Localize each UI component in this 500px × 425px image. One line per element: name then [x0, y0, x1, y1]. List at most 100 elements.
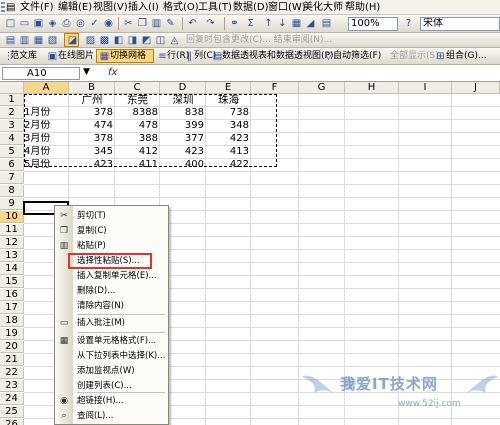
context-menu-item[interactable]: 插入复制单元格(E)...: [55, 269, 168, 284]
review-icon[interactable]: ◧: [112, 34, 125, 47]
context-menu-item[interactable]: ▥ 粘贴(P): [55, 239, 168, 254]
row-header[interactable]: 26: [0, 419, 24, 425]
cut-icon[interactable]: ✂: [122, 17, 135, 30]
row-header[interactable]: 8: [0, 185, 24, 197]
row-header[interactable]: 16: [0, 289, 24, 301]
row-header[interactable]: 19: [0, 328, 24, 340]
new-icon[interactable]: □: [4, 17, 17, 30]
review-icon[interactable]: ◬: [168, 34, 181, 47]
hyperlink-icon[interactable]: ⚭: [228, 17, 241, 30]
context-menu-item[interactable]: 添加监视点(W): [55, 364, 168, 379]
menu-edit[interactable]: 编辑(E): [58, 1, 92, 14]
copy-icon[interactable]: ❐: [136, 17, 149, 30]
font-select[interactable]: 宋体: [420, 17, 500, 31]
review-text[interactable]: 回复时包含更改(C)... 结束审阅(N)...: [186, 34, 332, 47]
row-header[interactable]: 6: [0, 159, 24, 171]
name-box-dropdown-icon[interactable]: ▼: [83, 67, 90, 77]
context-menu-item[interactable]: ▦ 设置单元格格式(F)...: [55, 334, 168, 349]
name-box[interactable]: A10: [2, 67, 80, 80]
context-menu-item[interactable]: 删除(D)...: [55, 284, 168, 299]
chart-icon[interactable]: ▤: [320, 17, 333, 30]
review-icon[interactable]: ◨: [126, 34, 139, 47]
menu-help[interactable]: 帮助(H): [345, 1, 380, 14]
permission-icon[interactable]: ◈: [46, 17, 59, 30]
context-menu-item[interactable]: 清除内容(N): [55, 299, 168, 314]
column-header-f[interactable]: F: [251, 82, 299, 94]
print-icon[interactable]: ⎙: [60, 17, 73, 30]
review-icon[interactable]: ▨: [84, 34, 97, 47]
menu-file[interactable]: 文件(F): [20, 1, 54, 14]
row-header[interactable]: 9: [0, 198, 24, 210]
menu-beautify[interactable]: 美化大师: [303, 1, 343, 14]
redo-icon[interactable]: ↷: [204, 17, 217, 30]
sort-ascending-icon[interactable]: ↑: [262, 17, 275, 30]
paste-icon[interactable]: ▥: [150, 17, 163, 30]
menu-tools[interactable]: 工具(T): [198, 1, 232, 14]
review-icon[interactable]: ▦: [32, 34, 45, 47]
review-icon[interactable]: ◩: [140, 34, 153, 47]
row-header[interactable]: 23: [0, 380, 24, 392]
row-header[interactable]: 25: [0, 406, 24, 418]
menu-data[interactable]: 数据(D): [233, 1, 269, 14]
row-header[interactable]: 14: [0, 263, 24, 275]
column-header-c[interactable]: C: [115, 82, 160, 94]
row-header[interactable]: 22: [0, 367, 24, 379]
review-icon[interactable]: ▥: [18, 34, 31, 47]
row-header[interactable]: 7: [0, 172, 24, 184]
group-button[interactable]: 组合(G)...: [446, 50, 487, 63]
menu-insert[interactable]: 插入(I): [128, 1, 159, 14]
column-header-g[interactable]: G: [299, 82, 345, 94]
row-header[interactable]: 12: [0, 237, 24, 249]
show-all-button[interactable]: 全部显示(S): [390, 50, 439, 63]
research-icon[interactable]: ◉: [102, 17, 115, 30]
select-all-corner[interactable]: [0, 82, 24, 94]
review-icon[interactable]: ▩: [98, 34, 111, 47]
help-icon[interactable]: ?: [402, 17, 415, 30]
review-icon[interactable]: ◫: [154, 34, 167, 47]
autofilter-button[interactable]: 自动筛选(F): [333, 50, 381, 63]
review-icon[interactable]: ▤: [4, 34, 17, 47]
context-menu-item[interactable]: ▭ 插入批注(M): [55, 316, 168, 331]
row-header[interactable]: 13: [0, 250, 24, 262]
fx-icon[interactable]: fx: [108, 67, 117, 78]
context-menu-item[interactable]: ✂ 剪切(T): [55, 209, 168, 224]
column-header-b[interactable]: B: [69, 82, 115, 94]
column-header-e[interactable]: E: [206, 82, 251, 94]
row-header[interactable]: 11: [0, 224, 24, 236]
row-header[interactable]: 20: [0, 341, 24, 353]
row-header[interactable]: 2: [0, 107, 24, 119]
row-header[interactable]: 21: [0, 354, 24, 366]
menu-window[interactable]: 窗口(W): [268, 1, 306, 14]
row-header[interactable]: 10: [0, 211, 24, 223]
drawing-icon[interactable]: ◢: [304, 17, 317, 30]
open-icon[interactable]: ▭: [18, 17, 31, 30]
menu-view[interactable]: 视图(V): [93, 1, 128, 14]
review-icon[interactable]: ▧: [46, 34, 59, 47]
chart-wizard-icon[interactable]: ▦: [290, 17, 303, 30]
online-images-button[interactable]: 在线图片: [58, 50, 94, 63]
sort-descending-icon[interactable]: ↓: [276, 17, 289, 30]
context-menu-item[interactable]: ◉ 超链接(H)...: [55, 394, 168, 409]
row-header[interactable]: 17: [0, 302, 24, 314]
row-header[interactable]: 4: [0, 133, 24, 145]
menu-format[interactable]: 格式(O): [163, 1, 199, 14]
row-header[interactable]: 3: [0, 120, 24, 132]
row-header[interactable]: 15: [0, 276, 24, 288]
preview-icon[interactable]: ◎: [74, 17, 87, 30]
column-header-h[interactable]: H: [345, 82, 399, 94]
context-menu-item[interactable]: 从下拉列表中选择(K)...: [55, 349, 168, 364]
row-header[interactable]: 24: [0, 393, 24, 405]
column-header-d[interactable]: D: [160, 82, 206, 94]
context-menu-item[interactable]: ❐ 复制(C): [55, 224, 168, 239]
zoom-select[interactable]: 100%: [348, 17, 398, 31]
spelling-icon[interactable]: ✓: [88, 17, 101, 30]
format-painter-icon[interactable]: ✎: [164, 17, 177, 30]
undo-icon[interactable]: ↶: [186, 17, 199, 30]
column-header-a[interactable]: A: [24, 82, 69, 94]
row-header[interactable]: 5: [0, 146, 24, 158]
row-header[interactable]: 18: [0, 315, 24, 327]
autosum-icon[interactable]: Σ: [244, 17, 257, 30]
save-icon[interactable]: ▣: [32, 17, 45, 30]
context-menu-item[interactable]: ⌕ 查阅(L)...: [55, 409, 168, 424]
column-header-i[interactable]: I: [399, 82, 452, 94]
